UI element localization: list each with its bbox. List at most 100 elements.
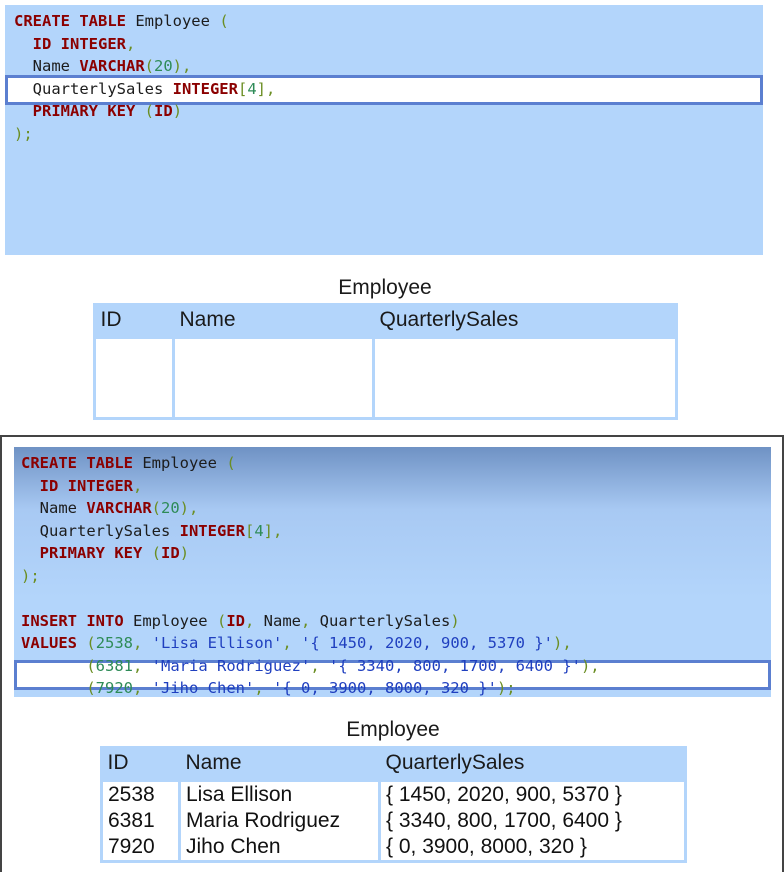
code-line: (6381, 'Maria Rodriguez', '{ 3340, 800, … — [21, 655, 600, 678]
code-token: 'Jiho Chen' — [151, 679, 255, 697]
code-token: , — [310, 656, 329, 675]
code-token: '{ 1450, 2020, 900, 5370 }' — [301, 634, 553, 652]
id-value: 2538 — [108, 783, 155, 806]
code-token: ID INTEGER — [39, 476, 133, 495]
code-token: , — [282, 634, 302, 652]
code-token: ) — [179, 544, 190, 562]
table-title-2: Employee — [346, 718, 440, 741]
sql-code-2: CREATE TABLE Employee ( ID INTEGER, Name… — [21, 452, 600, 700]
cell-names: Lisa Ellison Maria Rodriguez Jiho Chen — [178, 779, 381, 863]
name-value: Jiho Chen — [186, 835, 281, 858]
table-header-row: ID Name QuarterlySales — [95, 303, 677, 338]
code-token: 4 — [254, 521, 264, 540]
sales-value: { 0, 3900, 8000, 320 } — [386, 835, 587, 858]
code-token: ) — [450, 611, 460, 630]
code-token: 4 — [247, 79, 257, 98]
code-token: VARCHAR — [79, 57, 145, 75]
sql-code-1: CREATE TABLE Employee ( ID INTEGER, Name… — [14, 10, 275, 145]
code-token: ( — [86, 656, 96, 675]
code-token: , — [126, 34, 136, 53]
code-line: (7920, 'Jiho Chen', '{ 0, 3900, 8000, 32… — [21, 677, 600, 700]
code-token: QuarterlySales — [21, 521, 180, 540]
code-line: ID INTEGER, — [14, 33, 275, 56]
code-token: , — [245, 611, 264, 630]
cell-name-empty — [172, 336, 375, 420]
code-token: CREATE TABLE — [14, 12, 126, 30]
code-token: ); — [21, 566, 40, 585]
code-token: '{ 3340, 800, 1700, 6400 }' — [328, 656, 581, 675]
code-token: , — [133, 634, 152, 652]
code-token: ( — [86, 679, 96, 697]
code-token: 7920 — [95, 679, 133, 697]
code-token: QuarterlySales — [319, 611, 451, 630]
sales-value: { 3340, 800, 1700, 6400 } — [386, 809, 622, 832]
header-quarterlysales: QuarterlySales — [385, 750, 525, 774]
code-token: INTEGER — [172, 79, 238, 98]
code-line: ); — [21, 565, 600, 588]
cell-sales-empty — [372, 336, 678, 420]
cell-sales: { 1450, 2020, 900, 5370 } { 3340, 800, 1… — [378, 779, 687, 863]
code-token: INSERT INTO — [21, 611, 124, 630]
code-token: ) — [172, 102, 183, 120]
code-token: [ — [244, 521, 255, 540]
sales-value: { 1450, 2020, 900, 5370 } — [386, 783, 622, 806]
code-token: PRIMARY KEY — [32, 102, 136, 120]
code-line: QuarterlySales INTEGER[4], — [21, 520, 600, 543]
code-token: Employee — [123, 611, 217, 630]
code-token: , — [133, 656, 152, 675]
code-token: 2538 — [95, 634, 134, 652]
table-title-1: Employee — [338, 276, 432, 299]
code-token: VALUES — [21, 634, 77, 652]
code-token: 6381 — [95, 656, 133, 675]
code-token: Employee — [132, 454, 227, 472]
code-line: Name VARCHAR(20), — [14, 55, 275, 78]
code-line: ID INTEGER, — [21, 475, 600, 498]
code-token: ( — [216, 611, 227, 630]
cell-id-empty — [93, 336, 175, 420]
header-name: Name — [185, 750, 242, 774]
code-token: , — [133, 476, 143, 495]
code-token: CREATE TABLE — [21, 454, 133, 472]
code-token: ), — [179, 499, 199, 517]
code-token: ( — [86, 634, 96, 652]
code-line: INSERT INTO Employee (ID, Name, Quarterl… — [21, 610, 600, 633]
name-value: Lisa Ellison — [186, 783, 293, 806]
code-token: 'Maria Rodriguez' — [151, 656, 311, 675]
code-line: CREATE TABLE Employee ( — [14, 10, 275, 33]
table-header-row: ID Name QuarterlySales — [102, 746, 686, 781]
code-token: ( — [151, 499, 161, 517]
code-token: , — [133, 679, 152, 697]
code-token: ( — [151, 544, 162, 562]
header-id: ID — [100, 307, 122, 331]
code-token: '{ 0, 3900, 8000, 320 }' — [273, 679, 497, 697]
code-token: 20 — [161, 499, 180, 517]
code-token: ), — [580, 656, 600, 675]
code-token: INTEGER — [179, 521, 245, 540]
table-row — [93, 336, 678, 420]
employee-table-2: ID Name QuarterlySales 2538 6381 7920 Li… — [100, 746, 687, 863]
employee-table-1: ID Name QuarterlySales — [93, 303, 678, 420]
code-token: Name — [21, 499, 87, 517]
code-token: Name — [14, 57, 80, 75]
code-line: QuarterlySales INTEGER[4], — [14, 78, 276, 101]
code-token: , — [254, 679, 273, 697]
code-token: Employee — [125, 12, 220, 30]
code-token: ( — [226, 454, 236, 472]
code-line: CREATE TABLE Employee ( — [21, 452, 600, 475]
id-value: 6381 — [108, 809, 155, 832]
code-token: PRIMARY KEY — [39, 544, 143, 562]
header-name: Name — [179, 307, 236, 331]
code-token: ID — [154, 102, 173, 120]
code-token: Name — [263, 611, 301, 630]
code-line: PRIMARY KEY (ID) — [21, 542, 600, 565]
code-token: ( — [219, 12, 229, 30]
code-token: 'Lisa Ellison' — [151, 634, 283, 652]
code-line: PRIMARY KEY (ID) — [14, 100, 275, 123]
